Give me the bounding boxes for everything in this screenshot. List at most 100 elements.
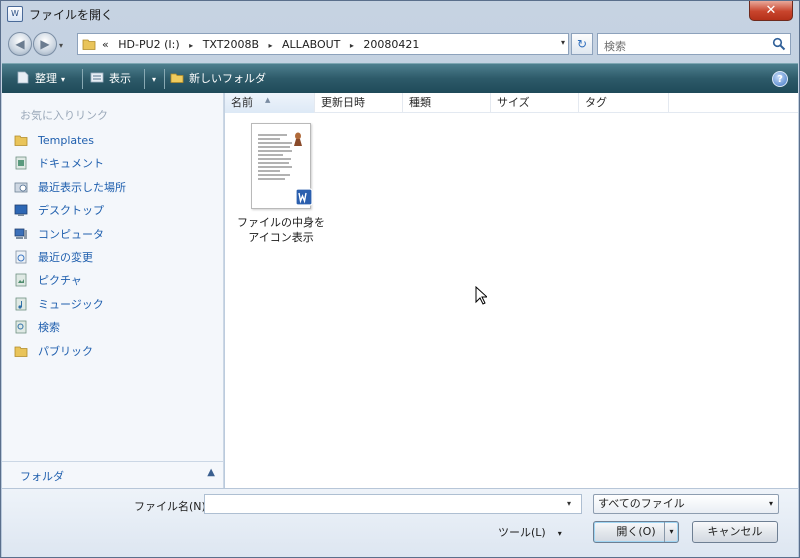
- nav-item-label: ピクチャ: [38, 274, 82, 288]
- recent-changes-icon: [15, 250, 27, 264]
- column-header-size[interactable]: サイズ: [491, 93, 579, 113]
- open-label: 開く(O): [616, 525, 656, 538]
- new-folder-label: 新しいフォルダ: [189, 72, 266, 85]
- desktop-icon: [14, 204, 28, 217]
- close-button[interactable]: ✕: [749, 1, 793, 21]
- nav-item-desktop[interactable]: デスクトップ: [14, 201, 126, 224]
- filename-label: ファイル名(N):: [134, 500, 210, 513]
- back-arrow-icon: ◀: [15, 37, 25, 51]
- address-bar[interactable]: « HD-PU2 (I:) ▸ TXT2008B ▸ ALLABOUT ▸ 20…: [77, 33, 569, 55]
- folders-label: フォルダ: [20, 470, 64, 483]
- search-icon[interactable]: [772, 37, 786, 51]
- favorite-links-heading: お気に入りリンク: [20, 109, 108, 122]
- address-dropdown-icon[interactable]: ▾: [561, 38, 565, 47]
- column-header-type[interactable]: 種類: [403, 93, 491, 113]
- refresh-button[interactable]: ↻: [571, 33, 593, 55]
- column-header-modified[interactable]: 更新日時: [315, 93, 403, 113]
- folders-toggle-bar[interactable]: フォルダ ▲: [2, 461, 223, 488]
- toolbar-divider: [144, 69, 145, 89]
- recent-pages-dropdown[interactable]: ▾: [59, 41, 63, 50]
- nav-item-documents[interactable]: ドキュメント: [14, 154, 126, 177]
- breadcrumb: « HD-PU2 (I:) ▸ TXT2008B ▸ ALLABOUT ▸ 20…: [102, 38, 425, 51]
- close-icon: ✕: [765, 3, 777, 18]
- breadcrumb-item[interactable]: ALLABOUT: [282, 38, 340, 51]
- views-icon: [90, 72, 104, 83]
- column-headers: 名前 ▲ 更新日時 種類 サイズ タグ: [225, 93, 798, 113]
- filename-input[interactable]: [204, 494, 582, 514]
- documents-icon: [15, 156, 27, 170]
- mouse-cursor-icon: [475, 286, 487, 305]
- thumbnail-figure-icon: [294, 132, 302, 146]
- forward-button[interactable]: ▶: [33, 32, 57, 56]
- views-button[interactable]: 表示: [90, 64, 131, 93]
- forward-arrow-icon: ▶: [40, 37, 50, 51]
- organize-button[interactable]: 整理 ▾: [16, 64, 65, 93]
- back-button[interactable]: ◀: [8, 32, 32, 56]
- column-header-label: タグ: [585, 96, 607, 109]
- column-header-tags[interactable]: タグ: [579, 93, 669, 113]
- nav-item-label: コンピュータ: [38, 227, 104, 241]
- views-dropdown-button[interactable]: ▾: [148, 64, 156, 93]
- nav-item-templates[interactable]: Templates: [14, 131, 126, 154]
- file-type-select[interactable]: すべてのファイル ▾: [593, 494, 779, 514]
- computer-icon: [14, 228, 27, 239]
- search-folder-icon: [15, 320, 27, 334]
- open-button[interactable]: 開く(O) ▾: [593, 521, 679, 543]
- tools-label: ツール(L): [498, 526, 546, 539]
- search-input[interactable]: 検索: [597, 33, 791, 55]
- breadcrumb-separator-icon[interactable]: ▸: [350, 41, 354, 50]
- nav-item-pictures[interactable]: ピクチャ: [14, 271, 126, 294]
- cancel-button[interactable]: キャンセル: [692, 521, 778, 543]
- new-folder-icon: [170, 73, 184, 83]
- breadcrumb-item[interactable]: HD-PU2 (I:): [118, 38, 179, 51]
- open-file-dialog: W ファイルを開く ✕ ◀ ▶ ▾ « HD-PU2 (I:) ▸ TXT200…: [0, 0, 800, 558]
- toolbar-divider: [82, 69, 83, 89]
- column-header-label: 名前: [231, 96, 253, 109]
- chevron-down-icon: ▾: [768, 499, 773, 508]
- document-thumbnail: [251, 123, 313, 209]
- chevron-down-icon: ▾: [557, 529, 562, 538]
- address-row: ◀ ▶ ▾ « HD-PU2 (I:) ▸ TXT2008B ▸ ALLABOU…: [1, 29, 799, 61]
- breadcrumb-item[interactable]: 20080421: [363, 38, 419, 51]
- nav-item-public[interactable]: パブリック: [14, 342, 126, 365]
- nav-item-computer[interactable]: コンピュータ: [14, 225, 126, 248]
- file-item[interactable]: ファイルの中身を アイコン表示: [233, 123, 329, 245]
- file-name-label: ファイルの中身を アイコン表示: [233, 215, 329, 245]
- breadcrumb-separator-icon[interactable]: ▸: [189, 41, 193, 50]
- word-document-icon: [295, 188, 313, 206]
- nav-item-label: ドキュメント: [38, 157, 104, 171]
- open-options-dropdown-icon[interactable]: ▾: [664, 522, 678, 542]
- nav-item-label: パブリック: [38, 344, 93, 358]
- chevron-up-icon[interactable]: ▲: [207, 467, 215, 478]
- pictures-icon: [15, 273, 27, 287]
- music-icon: [15, 297, 27, 311]
- views-label: 表示: [109, 72, 131, 85]
- breadcrumb-item[interactable]: TXT2008B: [203, 38, 259, 51]
- toolbar-divider: [164, 69, 165, 89]
- nav-item-label: 検索: [38, 321, 60, 335]
- recent-places-icon: [14, 182, 28, 193]
- nav-item-recent-places[interactable]: 最近表示した場所: [14, 178, 126, 201]
- filename-history-dropdown-icon[interactable]: ▾: [567, 499, 571, 508]
- column-header-name[interactable]: 名前 ▲: [225, 93, 315, 113]
- chevron-down-icon: ▾: [152, 75, 157, 84]
- new-folder-button[interactable]: 新しいフォルダ: [170, 64, 266, 93]
- breadcrumb-separator-icon[interactable]: ▸: [269, 41, 273, 50]
- help-icon[interactable]: ?: [772, 71, 788, 87]
- file-list-pane[interactable]: 名前 ▲ 更新日時 種類 サイズ タグ ファイルの中身を アイコン表示: [225, 93, 798, 488]
- nav-item-music[interactable]: ミュージック: [14, 295, 126, 318]
- organize-icon: [17, 71, 29, 84]
- file-type-value: すべてのファイル: [598, 497, 685, 510]
- organize-label: 整理: [35, 72, 57, 85]
- window-title: ファイルを開く: [29, 8, 114, 22]
- title-bar[interactable]: W ファイルを開く ✕: [1, 1, 799, 29]
- nav-item-recent-changes[interactable]: 最近の変更: [14, 248, 126, 271]
- tools-button[interactable]: ツール(L) ▾: [498, 523, 562, 544]
- refresh-icon: ↻: [576, 37, 588, 51]
- breadcrumb-overflow[interactable]: «: [102, 38, 109, 51]
- dialog-footer: ファイル名(N): ▾ すべてのファイル ▾ ツール(L) ▾ 開く(O) ▾ キ…: [2, 488, 798, 557]
- folder-icon: [14, 135, 28, 146]
- cancel-label: キャンセル: [707, 525, 763, 538]
- nav-item-search[interactable]: 検索: [14, 318, 126, 341]
- nav-item-label: 最近表示した場所: [38, 180, 126, 194]
